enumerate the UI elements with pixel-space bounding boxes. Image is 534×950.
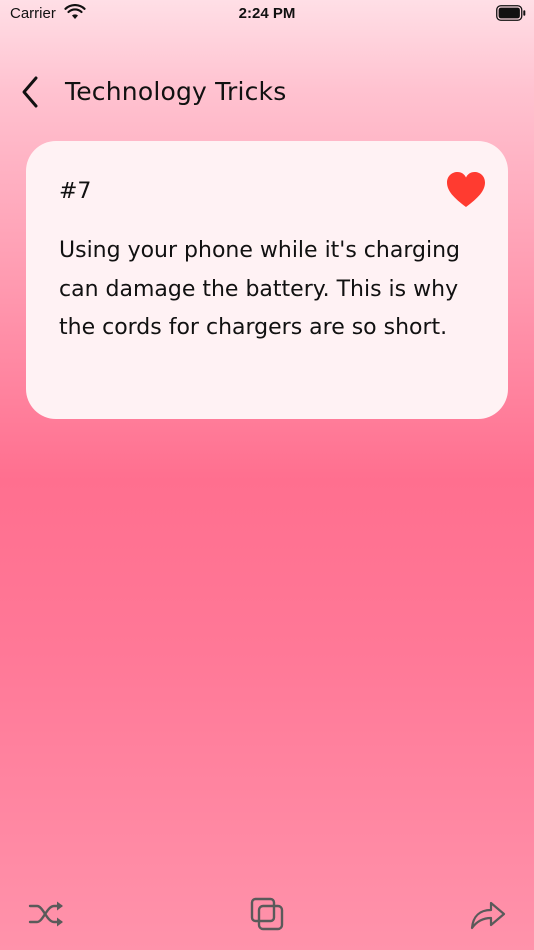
nav-header: Technology Tricks [0, 60, 534, 126]
status-bar: Carrier 2:24 PM [0, 0, 534, 28]
copy-button[interactable] [245, 892, 289, 936]
bottom-toolbar [0, 880, 534, 950]
status-time: 2:24 PM [238, 5, 296, 22]
copy-icon [250, 897, 284, 931]
back-button[interactable] [12, 72, 48, 112]
share-icon [470, 901, 506, 930]
shuffle-icon [28, 901, 63, 927]
page-title: Technology Tricks [65, 77, 287, 106]
fact-number: #7 [59, 179, 92, 204]
share-button[interactable] [466, 892, 510, 936]
favorite-button[interactable] [446, 171, 486, 209]
battery-icon [496, 5, 526, 21]
shuffle-button[interactable] [25, 892, 69, 936]
chevron-left-icon [22, 76, 38, 108]
heart-icon [447, 172, 485, 207]
fact-card: #7 Using your phone while it's charging … [26, 141, 508, 419]
fact-text: Using your phone while it's charging can… [59, 238, 460, 340]
